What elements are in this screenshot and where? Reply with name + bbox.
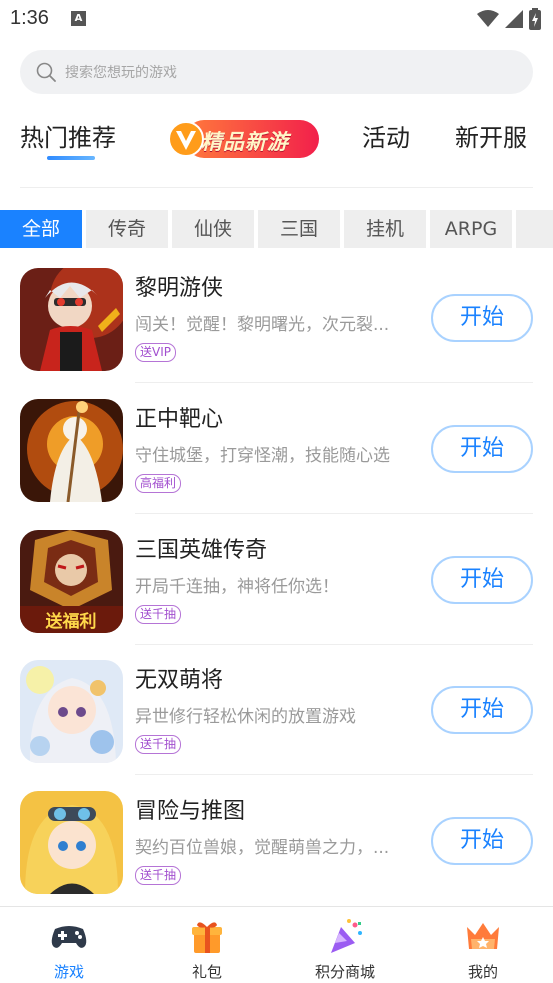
tab-hot-recommend[interactable]: 热门推荐 <box>20 118 116 153</box>
wifi-icon <box>477 10 499 27</box>
tab-label: 活动 <box>362 124 410 152</box>
battery-icon <box>529 8 541 30</box>
game-thumbnail <box>20 660 123 763</box>
party-popper-icon <box>331 919 362 953</box>
game-description: 异世修行轻松休闲的放置游戏 <box>135 707 356 727</box>
tab-new-server[interactable]: 新开服 <box>455 118 527 153</box>
start-button[interactable]: 开始 <box>431 686 533 734</box>
bottom-navigation: 游戏 礼包 积分商城 我的 <box>0 906 553 983</box>
game-thumbnail <box>20 791 123 894</box>
nav-mine[interactable]: 我的 <box>414 907 552 983</box>
tab-label: 精品新游 <box>201 130 289 154</box>
game-tag: 送千抽 <box>135 866 182 885</box>
game-thumbnail <box>20 399 123 502</box>
game-thumbnail <box>20 268 123 371</box>
category-all[interactable]: 全部 <box>0 210 82 248</box>
category-xianxia[interactable]: 仙侠 <box>172 210 254 248</box>
start-button[interactable]: 开始 <box>431 294 533 342</box>
tab-label: 热门推荐 <box>20 124 116 152</box>
tab-activity[interactable]: 活动 <box>362 118 410 153</box>
game-tag: 送VIP <box>135 343 176 362</box>
gamepad-icon <box>51 926 87 948</box>
nav-label: 积分商城 <box>314 963 375 981</box>
category-idle[interactable]: 挂机 <box>344 210 426 248</box>
divider <box>135 774 533 775</box>
category-arpg[interactable]: ARPG <box>430 210 512 248</box>
category-three-kingdoms[interactable]: 三国 <box>258 210 340 248</box>
game-list-item[interactable]: 无双萌将 异世修行轻松休闲的放置游戏 送千抽 开始 <box>0 660 553 790</box>
thumbnail-caption: 送福利 <box>46 611 97 632</box>
tab-premium-new-games[interactable]: 精品新游 <box>165 115 320 159</box>
nav-games[interactable]: 游戏 <box>0 907 138 983</box>
nav-gifts[interactable]: 礼包 <box>138 907 276 983</box>
start-button[interactable]: 开始 <box>431 817 533 865</box>
game-description: 守住城堡，打穿怪潮，技能随心选 <box>135 446 390 466</box>
game-tag: 送千抽 <box>135 735 182 754</box>
search-bar[interactable]: 搜索您想玩的游戏 <box>20 50 533 94</box>
game-name: 黎明游侠 <box>135 276 224 301</box>
gift-icon <box>192 922 222 953</box>
divider <box>135 644 533 645</box>
divider <box>135 513 533 514</box>
system-icons <box>477 8 541 30</box>
search-placeholder: 搜索您想玩的游戏 <box>65 65 177 81</box>
nav-label: 我的 <box>467 963 498 981</box>
divider <box>20 187 533 188</box>
notification-icon: A <box>71 11 86 26</box>
divider <box>135 382 533 383</box>
v-badge-icon <box>168 121 204 157</box>
status-bar: 1:36 A <box>0 0 553 40</box>
start-button[interactable]: 开始 <box>431 425 533 473</box>
nav-label: 游戏 <box>53 963 84 981</box>
game-tag: 高福利 <box>135 474 182 493</box>
search-icon <box>36 62 56 82</box>
game-tag: 送千抽 <box>135 605 182 624</box>
tab-label: 新开服 <box>455 124 527 152</box>
category-filter: 全部 传奇 仙侠 三国 挂机 ARPG <box>0 210 553 248</box>
game-description: 契约百位兽娘，觉醒萌兽之力，... <box>135 838 390 858</box>
nav-label: 礼包 <box>191 963 222 981</box>
signal-icon <box>505 10 523 28</box>
game-name: 正中靶心 <box>135 407 224 432</box>
nav-points-mall[interactable]: 积分商城 <box>276 907 414 983</box>
game-list-item[interactable]: 冒险与推图 契约百位兽娘，觉醒萌兽之力，... 送千抽 开始 <box>0 791 553 921</box>
game-list-item[interactable]: 正中靶心 守住城堡，打穿怪潮，技能随心选 高福利 开始 <box>0 399 553 529</box>
game-list-item[interactable]: 送福利 三国英雄传奇 开局千连抽，神将任你选！ 送千抽 开始 <box>0 530 553 660</box>
game-list-item[interactable]: 黎明游侠 闯关！觉醒！黎明曙光，次元裂... 送VIP 开始 <box>0 268 553 398</box>
game-name: 无双萌将 <box>135 668 224 693</box>
crown-icon <box>467 923 499 949</box>
game-description: 闯关！觉醒！黎明曙光，次元裂... <box>135 315 390 335</box>
game-name: 冒险与推图 <box>135 799 246 824</box>
start-button[interactable]: 开始 <box>431 556 533 604</box>
top-tabs: 热门推荐 精品新游 活动 新开服 <box>0 112 553 172</box>
game-name: 三国英雄传奇 <box>135 538 268 563</box>
game-description: 开局千连抽，神将任你选！ <box>135 577 339 597</box>
game-thumbnail: 送福利 <box>20 530 123 633</box>
category-legend[interactable]: 传奇 <box>86 210 168 248</box>
active-tab-indicator <box>47 156 95 160</box>
status-time: 1:36 <box>10 7 49 29</box>
category-more[interactable] <box>516 210 553 248</box>
